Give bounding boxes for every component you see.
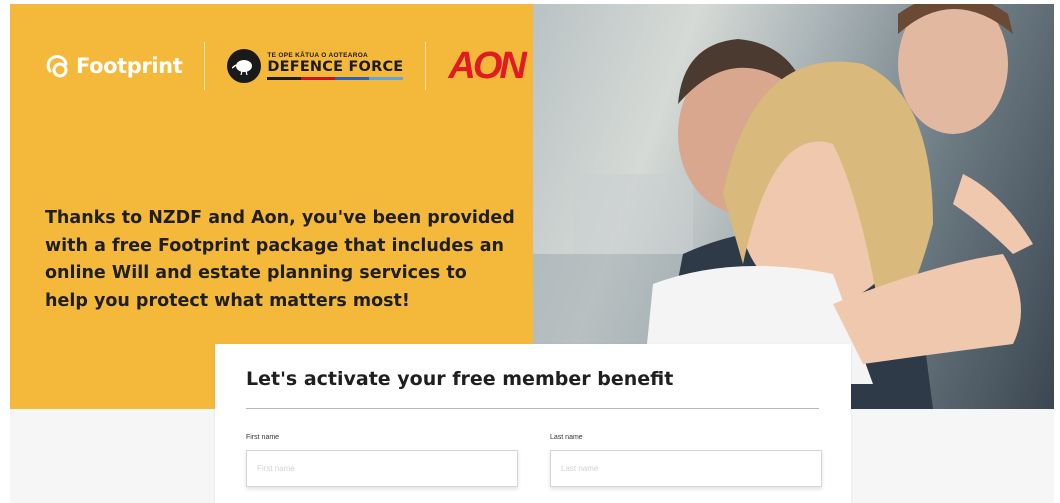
kiwi-icon	[227, 49, 262, 83]
footprint-logo[interactable]: Footprint	[44, 51, 183, 81]
page-frame: Footprint TE OPE KĀTUA O AOTEAROA DEFENC…	[10, 4, 1054, 503]
first-name-label: First name	[246, 434, 280, 441]
nzdf-logo[interactable]: TE OPE KĀTUA O AOTEAROA DEFENCE FORCE	[227, 49, 404, 83]
last-name-input[interactable]	[550, 450, 822, 487]
form-title: Let's activate your free member benefit	[246, 368, 674, 390]
nzdf-stripe	[267, 76, 404, 80]
footprint-logo-text: Footprint	[76, 54, 183, 78]
footprint-logo-icon	[46, 55, 68, 78]
logo-divider	[204, 42, 206, 90]
partner-logos: Footprint TE OPE KĀTUA O AOTEAROA DEFENC…	[44, 40, 527, 92]
hero-tagline: Thanks to NZDF and Aon, you've been prov…	[45, 208, 515, 311]
last-name-label: Last name	[550, 434, 583, 441]
activation-form-card: Let's activate your free member benefit …	[215, 344, 851, 503]
form-divider	[246, 408, 819, 409]
first-name-input[interactable]	[246, 450, 518, 487]
logo-divider	[425, 42, 427, 90]
aon-logo[interactable]: AON	[448, 45, 526, 88]
nzdf-title: DEFENCE FORCE	[267, 59, 404, 75]
